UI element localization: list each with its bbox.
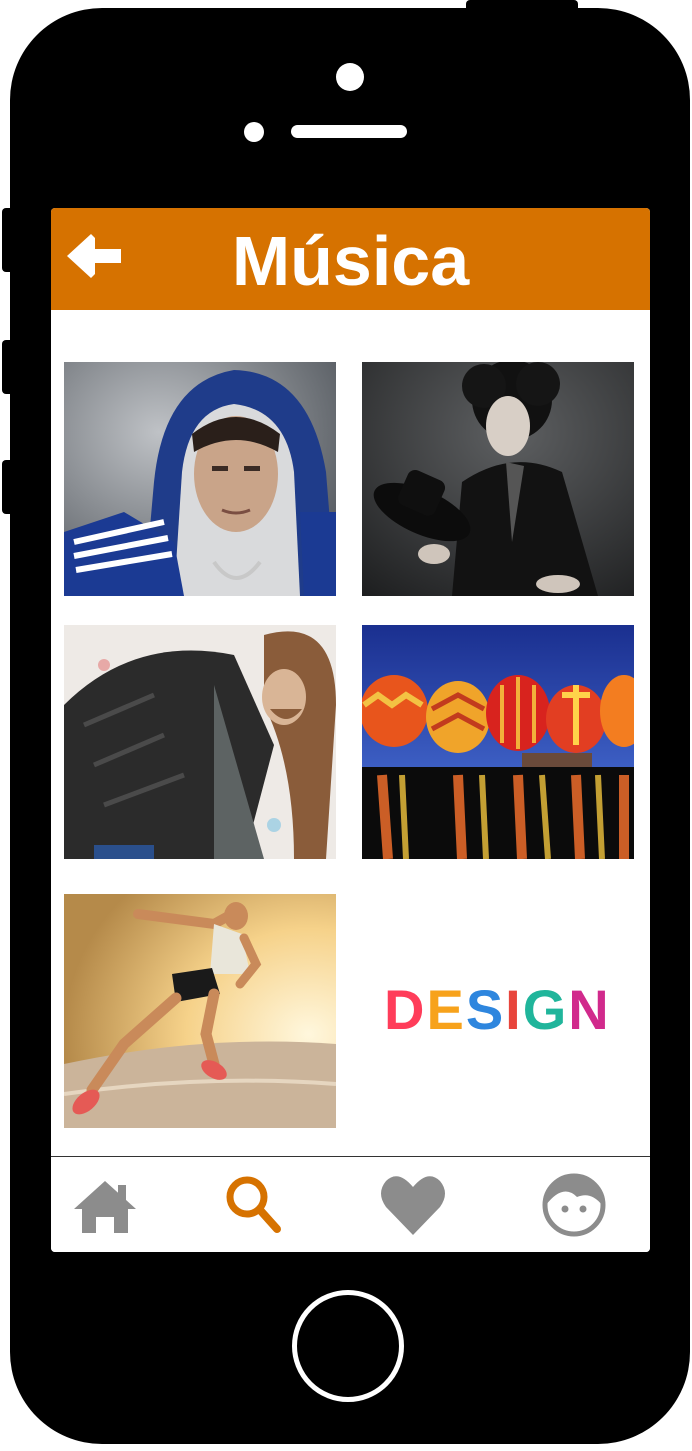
tab-search[interactable] (219, 1171, 289, 1239)
search-icon (226, 1176, 281, 1233)
photo-tile-balloons[interactable] (362, 625, 634, 859)
tab-profile[interactable] (539, 1171, 609, 1239)
earpiece-speaker (291, 125, 407, 138)
proximity-sensor (244, 122, 264, 142)
profile-icon (542, 1173, 606, 1237)
home-icon (74, 1181, 136, 1233)
curly-performer-image (362, 362, 634, 596)
app-header: Música (51, 208, 650, 310)
photo-tile-curly-performer[interactable] (362, 362, 634, 596)
tab-favorites[interactable] (378, 1171, 448, 1239)
hooded-singer-image (64, 362, 336, 596)
design-logo-tile[interactable]: DESIGN (362, 894, 634, 1128)
app-screen: Música DESIGN (51, 208, 650, 1252)
volume-down-button (2, 460, 12, 514)
heart-icon (381, 1176, 445, 1235)
running-woman-image (64, 894, 336, 1128)
front-camera (336, 63, 364, 91)
bottom-tab-bar (51, 1156, 650, 1252)
tab-home[interactable] (70, 1171, 140, 1239)
photo-tile-hooded-singer[interactable] (64, 362, 336, 596)
mute-switch (2, 208, 12, 272)
hot-air-balloons-image (362, 625, 634, 859)
power-button (466, 0, 578, 10)
volume-up-button (2, 340, 12, 394)
page-title: Música (231, 222, 470, 300)
design-logo-text: DESIGN (384, 978, 611, 1041)
long-hair-man-image (64, 625, 336, 859)
home-button[interactable] (292, 1290, 404, 1402)
photo-tile-long-hair-man[interactable] (64, 625, 336, 859)
photo-tile-running-woman[interactable] (64, 894, 336, 1128)
